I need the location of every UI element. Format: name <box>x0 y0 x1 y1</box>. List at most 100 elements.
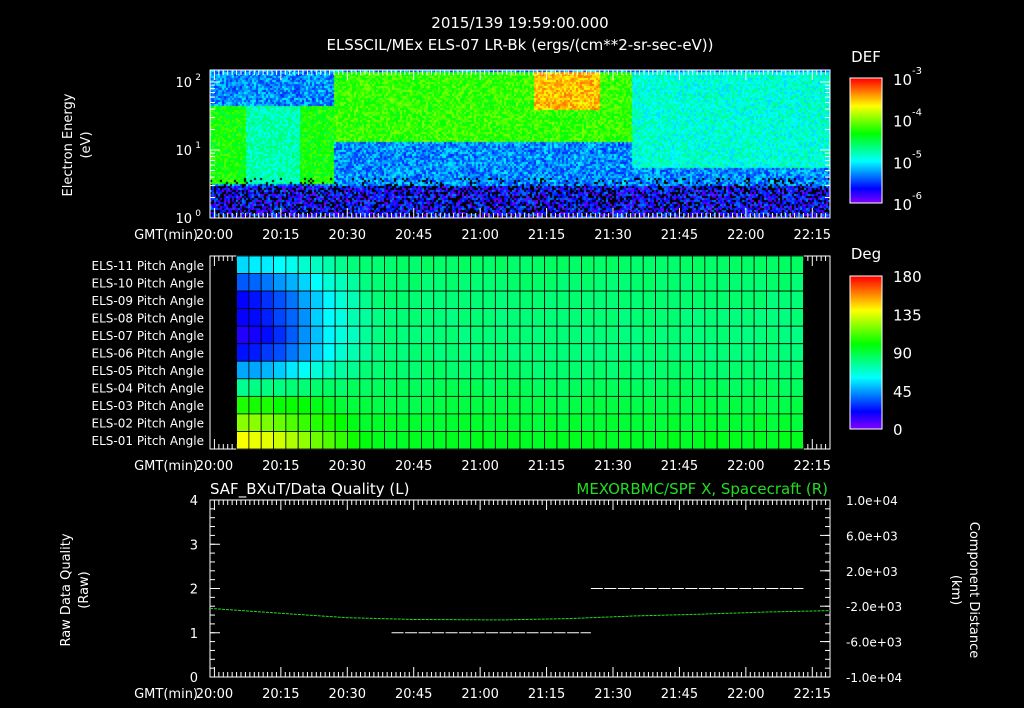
pitch-angle-cell <box>544 413 558 432</box>
pitch-angle-cell <box>618 343 632 362</box>
pitch-angle-cell <box>507 413 521 432</box>
pitch-angle-cell <box>408 308 422 327</box>
pitch-angle-cell <box>692 290 706 310</box>
pitch-angle-cell <box>421 395 435 415</box>
deg-colorbar-title: Deg <box>851 245 881 263</box>
pitch-angle-cell <box>605 360 619 380</box>
pitch-angle-cell <box>445 431 459 450</box>
pitch-angle-cell <box>482 255 496 274</box>
pitch-angle-cell <box>371 290 385 310</box>
pitch-angle-row-label: ELS-09 Pitch Angle <box>92 294 204 308</box>
pitch-angle-cell <box>679 431 693 450</box>
pitch-angle-cell <box>494 308 509 327</box>
pitch-angle-cell <box>236 413 250 432</box>
pitch-angle-cell <box>445 413 459 432</box>
time-tick-label: 22:00 <box>727 459 764 474</box>
pitch-angle-cell <box>568 273 583 292</box>
pitch-angle-cell <box>655 413 669 432</box>
pitch-angle-cell <box>347 395 361 415</box>
pitch-angle-cell <box>544 255 558 274</box>
pitch-angle-cell <box>729 395 743 415</box>
pitch-angle-cell <box>766 325 780 345</box>
plot-window: 2015/139 19:59:00.000 ELSSCIL/MEx ELS-07… <box>0 0 1024 708</box>
time-axis-label: GMT(min) <box>134 687 198 702</box>
pitch-angle-cell <box>285 255 299 274</box>
pitch-angle-cell <box>408 325 422 345</box>
pitch-angle-cell <box>285 290 299 310</box>
time-tick-label: 21:45 <box>661 459 698 474</box>
pitch-angle-cell <box>334 395 348 415</box>
pitch-angle-cell <box>704 343 718 362</box>
pitch-angle-cell <box>384 360 398 380</box>
pitch-angle-cell <box>667 290 681 310</box>
pitch-angle-cell <box>630 360 644 380</box>
pitch-angle-cell <box>716 255 730 274</box>
pitch-angle-cell <box>457 378 472 397</box>
pitch-angle-cell <box>347 360 361 380</box>
pitch-angle-cell <box>248 308 262 327</box>
pitch-angle-cell <box>384 413 398 432</box>
pitch-angle-cell <box>347 413 361 432</box>
pitch-angle-cell <box>236 431 250 450</box>
pitch-angle-cell <box>544 431 558 450</box>
pitch-angle-cell <box>778 290 792 310</box>
pitch-angle-cell <box>630 431 644 450</box>
pitch-angle-cell <box>371 308 385 327</box>
distance-tick-label: -2.0e+03 <box>846 600 902 614</box>
pitch-angle-cell <box>692 378 706 397</box>
energy-tick-label: 10 <box>175 212 192 227</box>
distance-tick-label: -1.0e+04 <box>846 671 902 685</box>
pitch-angle-cell <box>310 290 324 310</box>
pitch-angle-cell <box>581 325 595 345</box>
pitch-angle-cell <box>753 431 767 450</box>
pitch-angle-cell <box>704 273 718 292</box>
pitch-angle-cell <box>322 308 336 327</box>
pitch-angle-cell <box>679 290 693 310</box>
pitch-angle-cell <box>371 273 385 292</box>
pitch-angle-cell <box>790 378 804 397</box>
pitch-angle-cell <box>421 290 435 310</box>
pitch-angle-cell <box>421 413 435 432</box>
pitch-angle-cell <box>297 273 311 292</box>
pitch-angle-cell <box>519 413 533 432</box>
pitch-angle-cell <box>790 308 804 327</box>
pitch-angle-cell <box>778 308 792 327</box>
pitch-angle-row-label: ELS-03 Pitch Angle <box>92 399 204 413</box>
time-tick-label: 21:15 <box>528 459 565 474</box>
pitch-angle-cell <box>248 343 262 362</box>
pitch-angle-cell <box>359 290 373 310</box>
pitch-angle-cell <box>248 360 262 380</box>
pitch-angle-cell <box>556 395 570 415</box>
pitch-angle-cell <box>642 290 656 310</box>
pitch-angle-cell <box>741 395 755 415</box>
def-colorbar-tick-label: 10 <box>893 71 912 89</box>
pitch-angle-cell <box>507 273 521 292</box>
pitch-angle-cell <box>371 378 385 397</box>
pitch-angle-cell <box>260 378 274 397</box>
distance-tick-label: -6.0e+03 <box>846 636 902 650</box>
pitch-angle-cell <box>630 395 644 415</box>
pitch-angle-cell <box>297 325 311 345</box>
pitch-angle-cell <box>494 431 509 450</box>
pitch-angle-cell <box>421 431 435 450</box>
pitch-angle-cell <box>531 255 546 274</box>
pitch-angle-cell <box>457 290 472 310</box>
pitch-angle-cell <box>519 360 533 380</box>
pitch-angle-cell <box>421 378 435 397</box>
pitch-angle-cell <box>260 308 274 327</box>
pitch-angle-cell <box>347 343 361 362</box>
pitch-angle-cell <box>605 431 619 450</box>
pitch-angle-row-label: ELS-10 Pitch Angle <box>92 276 204 290</box>
pitch-angle-cell <box>507 255 521 274</box>
time-tick-label: 20:00 <box>196 228 233 243</box>
pitch-angle-cell <box>790 360 804 380</box>
pitch-angle-cell <box>494 360 509 380</box>
pitch-angle-cell <box>494 290 509 310</box>
pitch-angle-cell <box>778 360 792 380</box>
plot-overlay: 2015/139 19:59:00.000 ELSSCIL/MEx ELS-07… <box>59 14 981 702</box>
pitch-angle-cell <box>457 308 472 327</box>
pitch-angle-cell <box>384 378 398 397</box>
spectrogram-yunit: (eV) <box>79 131 94 158</box>
pitch-angle-cell <box>359 273 373 292</box>
pitch-angle-cell <box>470 413 484 432</box>
